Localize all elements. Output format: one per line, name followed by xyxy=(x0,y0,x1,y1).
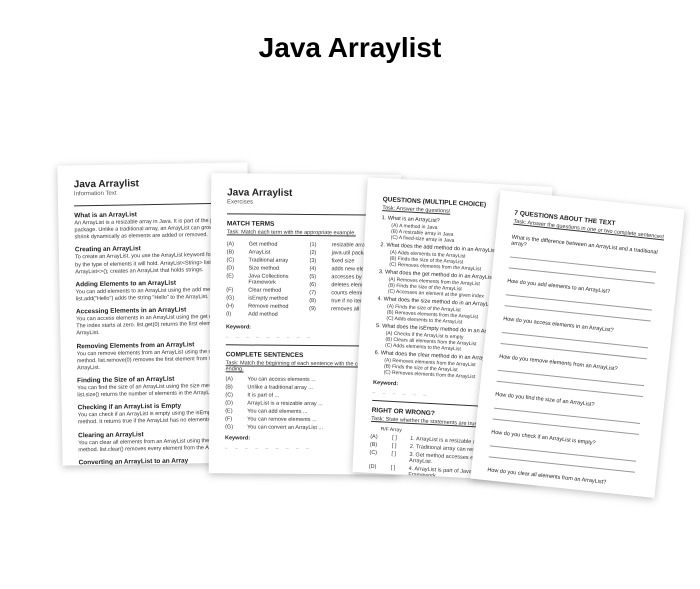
page2-heading: Java Arraylist xyxy=(227,187,385,199)
match-term: (F)Clear method xyxy=(226,287,301,294)
match-title: MATCH TERMS xyxy=(227,220,385,228)
match-task: Task: Match each term with the appropria… xyxy=(227,229,385,236)
match-term: (I)Add method xyxy=(226,311,301,318)
page-stack: Java Arraylist Information Text What is … xyxy=(0,64,700,589)
match-term: (E)Java Collections Framework xyxy=(226,273,301,286)
match-term: (D)Size method xyxy=(226,265,301,272)
page2-sub: Exercises xyxy=(227,199,385,206)
section-body: An ArrayList is a resizable array in Jav… xyxy=(74,218,232,242)
divider xyxy=(74,203,232,207)
divider xyxy=(227,213,385,215)
match-term: (G)isEmpty method xyxy=(226,295,301,302)
match-term: (B)ArrayList xyxy=(227,249,302,256)
page-4-open-questions: 7 QUESTIONS ABOUT THE TEXT Task: Answer … xyxy=(470,190,684,498)
match-term: (C)Traditional array xyxy=(227,257,302,264)
match-term: (A)Get method xyxy=(227,241,302,248)
match-term: (H)Remove method xyxy=(226,303,301,310)
main-title: Java Arraylist xyxy=(0,0,700,64)
